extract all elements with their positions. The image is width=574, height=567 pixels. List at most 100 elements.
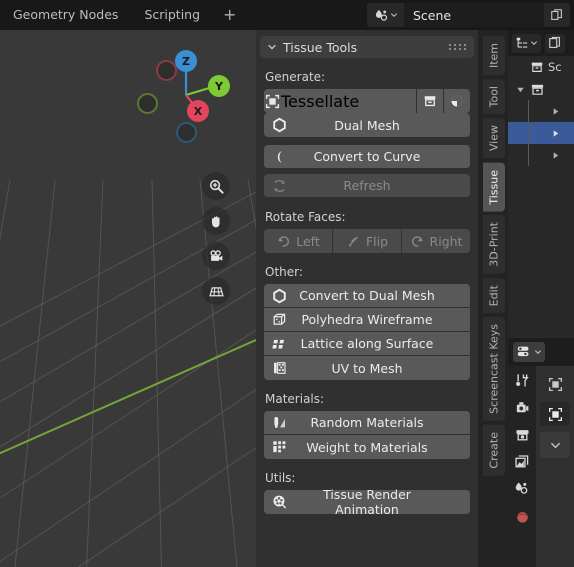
- dual-mesh-label: Dual Mesh: [334, 117, 400, 133]
- triangle-right-icon[interactable]: [551, 151, 560, 160]
- pan-button[interactable]: [202, 207, 230, 235]
- outliner-tree-line: [528, 144, 529, 166]
- world-tab-icon[interactable]: [514, 507, 531, 524]
- other-group: Convert to Dual Mesh Polyhedra Wireframe: [264, 284, 470, 380]
- scene-name-field[interactable]: Scene: [404, 3, 544, 27]
- random-materials-button[interactable]: Random Materials: [264, 411, 470, 435]
- gizmo-axis-x[interactable]: X: [187, 100, 209, 122]
- workspace-tab-scripting[interactable]: Scripting: [131, 0, 213, 30]
- sidebar-item-screencast-keys[interactable]: Screencast Keys: [483, 317, 505, 422]
- new-scene-button[interactable]: [544, 3, 570, 27]
- workspace-tab-geometry-nodes[interactable]: Geometry Nodes: [0, 0, 131, 30]
- dual-mesh-button[interactable]: Dual Mesh: [264, 113, 470, 137]
- weight-to-materials-button[interactable]: Weight to Materials: [264, 435, 470, 459]
- uv-to-mesh-button[interactable]: UV to Mesh: [264, 356, 470, 380]
- outliner-header: [508, 30, 574, 56]
- rotate-right-button[interactable]: Right: [402, 229, 470, 253]
- view-gizmo[interactable]: Z Y X: [134, 38, 244, 148]
- ortho-grid-icon: [208, 286, 224, 296]
- outliner-collection-row[interactable]: [508, 78, 574, 100]
- gizmo-axis-y[interactable]: Y: [208, 75, 230, 97]
- triangle-right-icon[interactable]: [551, 129, 560, 138]
- tissue-panel-header[interactable]: Tissue Tools: [260, 36, 474, 58]
- section-label-utils: Utils:: [265, 471, 296, 485]
- refresh-button[interactable]: Refresh: [264, 174, 470, 198]
- convert-to-dual-mesh-button[interactable]: Convert to Dual Mesh: [264, 284, 470, 308]
- sidebar-item-tool[interactable]: Tool: [483, 79, 505, 115]
- sidebar-item-create[interactable]: Create: [483, 425, 505, 476]
- rotate-left-label: Left: [296, 233, 320, 249]
- tessellate-icon: [264, 93, 281, 110]
- rotate-left-button[interactable]: Left: [264, 229, 333, 253]
- topbar: Geometry Nodes Scripting + Scene: [0, 0, 574, 30]
- outliner-tree-line: [528, 100, 529, 122]
- polyhedra-wireframe-button[interactable]: Polyhedra Wireframe: [264, 308, 470, 332]
- properties-editor-icon: [517, 346, 529, 357]
- random-materials-label: Random Materials: [310, 415, 424, 430]
- view-layer-tab-icon[interactable]: [514, 453, 531, 470]
- gizmo-axis-z[interactable]: Z: [175, 50, 197, 72]
- sidebar-item-edit[interactable]: Edit: [483, 277, 505, 314]
- section-label-rotate-faces: Rotate Faces:: [265, 210, 346, 224]
- scene-browse-button[interactable]: [367, 3, 404, 27]
- properties-editor-type-button[interactable]: [513, 342, 545, 362]
- tessellate-button[interactable]: Tessellate: [264, 89, 416, 113]
- sidebar-item-item[interactable]: Item: [483, 36, 505, 76]
- camera-view-button[interactable]: [202, 242, 230, 270]
- tissue-panel-title: Tissue Tools: [283, 39, 358, 55]
- rotate-right-label: Right: [429, 233, 463, 249]
- output-tab-icon[interactable]: [514, 426, 531, 443]
- object-chip-1[interactable]: [540, 372, 570, 396]
- chevron-down-icon: [531, 41, 537, 45]
- tool-tab-icon[interactable]: [514, 372, 531, 389]
- dual-mesh-group: Dual Mesh: [264, 113, 470, 137]
- properties-header: [508, 338, 574, 366]
- scene-tab-icon[interactable]: [514, 480, 531, 497]
- zoom-button[interactable]: [202, 172, 230, 200]
- flip-button[interactable]: Flip: [333, 229, 402, 253]
- tessellate-archive-button[interactable]: [416, 89, 443, 113]
- render-animation-icon: [271, 494, 288, 511]
- grip-dots-icon[interactable]: [449, 44, 467, 50]
- sidebar-item-3d-print[interactable]: 3D-Print: [483, 215, 505, 274]
- section-label-materials: Materials:: [265, 392, 325, 406]
- tessellate-label: Tessellate: [281, 91, 360, 111]
- sidebar-item-view[interactable]: View: [483, 118, 505, 159]
- triangle-right-icon[interactable]: [551, 107, 560, 116]
- render-tab-icon[interactable]: [514, 399, 531, 416]
- collection-icon: [531, 62, 543, 72]
- lattice-along-surface-button[interactable]: Lattice along Surface: [264, 332, 470, 356]
- properties-expand-row[interactable]: [540, 432, 570, 458]
- triangle-down-icon[interactable]: [516, 85, 525, 94]
- scene-selector: Scene: [367, 3, 570, 27]
- tissue-tools-panel: Tissue Tools Generate: Tessellate Dual M…: [256, 30, 478, 567]
- add-workspace-button[interactable]: +: [213, 1, 246, 29]
- table-row[interactable]: [508, 122, 574, 144]
- viewport-nav-buttons: [202, 172, 230, 305]
- convert-to-curve-button[interactable]: Convert to Curve: [264, 145, 470, 169]
- chevron-down-icon: [550, 442, 560, 448]
- weight-to-materials-label: Weight to Materials: [306, 439, 428, 455]
- table-row[interactable]: [508, 144, 574, 166]
- blender-window: Geometry Nodes Scripting + Scene Z Y X T…: [0, 0, 574, 567]
- object-chip-2[interactable]: [540, 402, 570, 426]
- tessellate-archive-icon: [424, 96, 436, 107]
- outliner-root-row[interactable]: Sc: [508, 56, 574, 78]
- section-label-generate: Generate:: [265, 70, 326, 84]
- new-scene-icon: [551, 9, 562, 20]
- chevron-down-icon[interactable]: [267, 42, 277, 52]
- scene-data-icon: [375, 9, 387, 21]
- toggle-ortho-button[interactable]: [202, 277, 230, 305]
- table-row[interactable]: [508, 100, 574, 122]
- tissue-render-animation-button[interactable]: Tissue Render Animation: [264, 487, 470, 517]
- tessellate-sphere-button[interactable]: [443, 89, 470, 113]
- viewport-3d[interactable]: Z Y X: [0, 30, 256, 567]
- outliner-display-mode-button[interactable]: [545, 33, 565, 53]
- outliner-tree-line: [528, 122, 529, 144]
- polyhedra-wireframe-label: Polyhedra Wireframe: [301, 312, 433, 327]
- sidebar-item-tissue[interactable]: Tissue: [483, 162, 505, 212]
- object-chip-icon: [548, 377, 562, 391]
- outliner-editor-type-button[interactable]: [512, 33, 541, 53]
- weight-material-icon: [271, 439, 288, 456]
- object-chip-icon-active: [548, 407, 562, 421]
